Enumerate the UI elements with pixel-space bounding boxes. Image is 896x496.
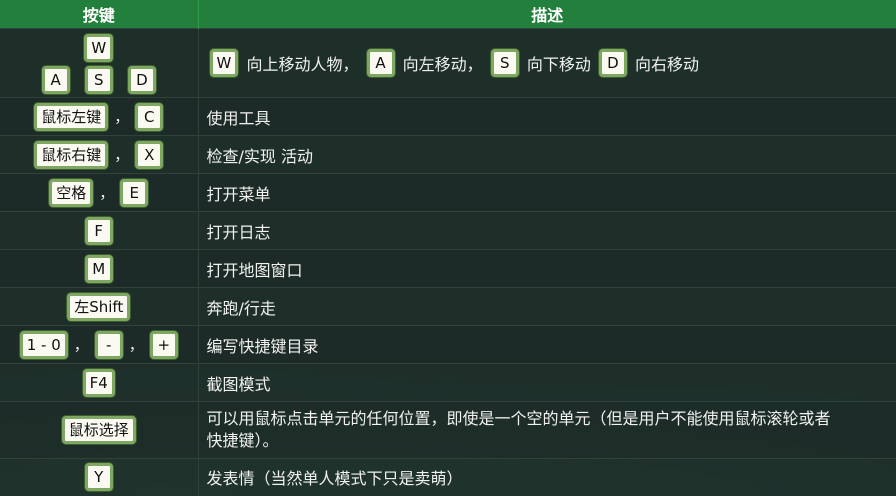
key-a-inline: A [366, 49, 395, 77]
key-space: 空格 [49, 178, 94, 207]
key-f: F [84, 216, 113, 245]
table-row-use-tool: 鼠标左键 ， C 使用工具 [0, 97, 896, 136]
table-header-row: 按键 描述 [0, 0, 896, 29]
key-d-inline: D [598, 49, 627, 77]
desc-a: 向左移动， [402, 55, 483, 74]
key-right-mouse: 鼠标右键 [34, 140, 109, 169]
key-w-inline: W [209, 49, 239, 77]
key-mouse-select: 鼠标选择 [61, 416, 136, 444]
desc-d: 向右移动 [635, 55, 700, 74]
key-e: E [120, 178, 149, 207]
description-cell: 奔跑/行走 [198, 287, 896, 326]
table-row-run: 左Shift 奔跑/行走 [0, 287, 896, 326]
key-a: A [41, 65, 70, 94]
table-row-map: M 打开地图窗口 [0, 249, 896, 288]
key-w: W [84, 33, 114, 62]
key-left-mouse: 鼠标左键 [34, 102, 109, 131]
key-s: S [84, 65, 113, 94]
description-cell: 检查/实现 活动 [198, 135, 896, 174]
keys-cell: 鼠标右键 ， X [0, 135, 199, 174]
key-d: D [127, 65, 156, 94]
table-row-emote: Y 发表情（当然单人模式下只是卖萌） [0, 458, 896, 496]
description-line-1: 可以用鼠标点击单元的任何位置，即使是一个空的单元（但是用户不能使用鼠标滚轮或者 [206, 409, 831, 428]
description-cell: 打开日志 [198, 211, 896, 250]
table-row-check: 鼠标右键 ， X 检查/实现 活动 [0, 135, 896, 174]
keys-cell: W A S D [0, 28, 199, 98]
description-line-2: 快捷键）。 [206, 431, 279, 450]
table-row-move: W A S D W 向上移动人物， A 向左移动， S 向下移动 D 向右移动 [0, 28, 896, 98]
desc-s: 向下移动 [526, 55, 591, 74]
key-c: C [135, 102, 164, 131]
keys-cell: 左Shift [0, 287, 199, 326]
table-row-journal: F 打开日志 [0, 211, 896, 250]
key-left-shift: 左Shift [67, 292, 131, 321]
key-plus: + [149, 330, 178, 359]
description-cell: 编写快捷键目录 [198, 325, 896, 364]
key-f4: F4 [82, 368, 115, 397]
separator: ， [128, 336, 144, 354]
key-x: X [135, 140, 164, 169]
keys-cell: M [0, 249, 199, 288]
description-cell: 发表情（当然单人模式下只是卖萌） [198, 458, 896, 496]
key-s-inline: S [490, 49, 519, 77]
description-cell: 打开地图窗口 [198, 249, 896, 288]
key-y: Y [84, 463, 113, 492]
description-cell: 截图模式 [198, 363, 896, 402]
table-row-hotkeys: 1 - 0 ， -， + 编写快捷键目录 [0, 325, 896, 364]
description-cell: 可以用鼠标点击单元的任何位置，即使是一个空的单元（但是用户不能使用鼠标滚轮或者 … [198, 401, 896, 459]
keys-cell: 1 - 0 ， -， + [0, 325, 199, 364]
keys-cell: F4 [0, 363, 199, 402]
separator: ， [114, 146, 130, 164]
keys-cell: 鼠标左键 ， C [0, 97, 199, 136]
separator: ， [114, 108, 130, 126]
header-description: 描述 [198, 0, 896, 29]
keys-cell: Y [0, 458, 199, 496]
description-cell: W 向上移动人物， A 向左移动， S 向下移动 D 向右移动 [198, 28, 896, 98]
separator: ， [99, 184, 115, 202]
keys-cell: 鼠标选择 [0, 401, 199, 459]
keys-cell: 空格 ， E [0, 173, 199, 212]
desc-w: 向上移动人物， [246, 55, 359, 74]
key-number-range: 1 - 0 [19, 330, 68, 359]
description-cell: 打开菜单 [198, 173, 896, 212]
key-minus: - [94, 330, 123, 359]
controls-table: 按键 描述 W A S D W 向上移动人物， A 向左移动， S 向下移动 D [0, 0, 896, 496]
table-row-select: 鼠标选择 可以用鼠标点击单元的任何位置，即使是一个空的单元（但是用户不能使用鼠标… [0, 401, 896, 459]
table-row-screenshot: F4 截图模式 [0, 363, 896, 402]
key-m: M [84, 254, 113, 283]
separator: ， [73, 336, 89, 354]
description-cell: 使用工具 [198, 97, 896, 136]
keys-cell: F [0, 211, 199, 250]
header-keys: 按键 [0, 0, 199, 29]
table-row-menu: 空格 ， E 打开菜单 [0, 173, 896, 212]
